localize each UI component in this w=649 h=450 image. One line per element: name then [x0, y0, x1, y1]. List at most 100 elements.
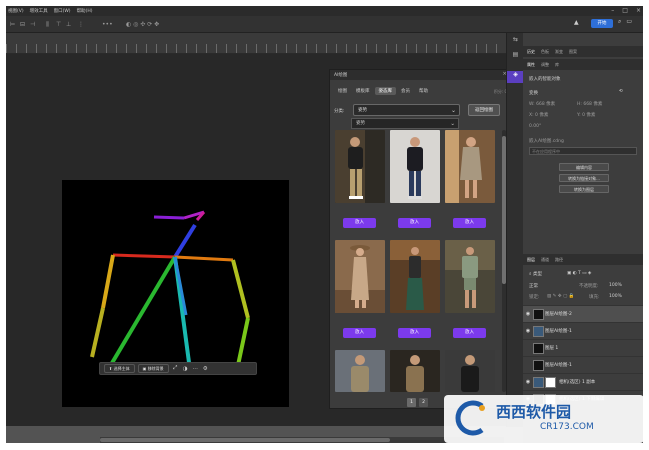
use-pose-button[interactable]: 放入	[343, 328, 376, 338]
convert-to-layers-button[interactable]: 转换为图层	[559, 185, 609, 193]
ai-panel-titlebar[interactable]: AI绘图 ×	[330, 70, 511, 80]
use-pose-button[interactable]: 放入	[398, 328, 431, 338]
category-select[interactable]: 姿势 ⌄	[353, 104, 460, 116]
remove-background-button[interactable]: ▣ 移除背景	[137, 364, 169, 373]
align-right-icon[interactable]: ⊣	[30, 21, 35, 28]
use-pose-button[interactable]: 放入	[343, 218, 376, 228]
return-to-draw-button[interactable]: 返回绘图	[468, 104, 500, 116]
width-field[interactable]: W: 668 像素	[529, 101, 555, 107]
tab-properties[interactable]: 属性	[527, 62, 535, 68]
align-top-icon[interactable]: ⊤	[56, 21, 61, 28]
pose-thumbnail[interactable]	[335, 350, 385, 392]
pose-thumbnail[interactable]	[335, 130, 385, 203]
tab-paths[interactable]: 路径	[555, 257, 563, 263]
menu-plugins[interactable]: 增效工具	[30, 8, 48, 14]
comment-icon[interactable]: ▤	[507, 51, 524, 63]
pose-card[interactable]	[390, 350, 440, 392]
x-field[interactable]: X: 0 像素	[529, 112, 548, 118]
page-button[interactable]: 1	[407, 398, 416, 407]
tab-patterns[interactable]: 图案	[569, 49, 577, 55]
tab-adjustments[interactable]: 调整	[541, 62, 549, 68]
visibility-eye-icon[interactable]: ◉	[523, 379, 533, 385]
pose-card[interactable]: 放入	[445, 240, 495, 338]
select-subject-button[interactable]: ⬆ 选择主体	[104, 364, 135, 373]
pose-card[interactable]: 放入	[390, 240, 440, 338]
pose-thumbnail[interactable]	[445, 240, 495, 313]
tab-poses[interactable]: 姿态库	[374, 87, 396, 95]
height-field[interactable]: H: 668 像素	[577, 101, 602, 107]
tab-layers[interactable]: 图层	[527, 257, 535, 263]
menu-view[interactable]: 视图(V)	[8, 8, 24, 14]
history-icon[interactable]: ⇆	[507, 36, 524, 48]
transform-icon[interactable]: ⤢	[172, 365, 179, 372]
pose-card[interactable]: 放入	[390, 130, 440, 228]
search-icon[interactable]: ⌕	[618, 18, 621, 26]
edit-contents-button[interactable]: 编辑内容	[559, 163, 609, 171]
tab-history[interactable]: 历史	[527, 49, 535, 55]
more-icon[interactable]: ⋯	[192, 366, 199, 372]
pose-card[interactable]	[445, 350, 495, 392]
plugin-icon[interactable]: ◈	[507, 71, 524, 83]
share-button[interactable]: 开始	[591, 19, 613, 28]
fill-field[interactable]: 100%	[609, 294, 622, 299]
settings-icon[interactable]: ⚙	[202, 366, 209, 372]
menu-help[interactable]: 帮助(H)	[77, 8, 93, 14]
pose-thumbnail[interactable]	[335, 240, 385, 313]
opacity-field[interactable]: 100%	[609, 283, 622, 288]
use-pose-button[interactable]: 放入	[398, 218, 431, 228]
workspace-icon[interactable]: ▭	[626, 18, 632, 26]
layer-filter-icons[interactable]: ▣ ◐ T ▭ ◈	[567, 271, 591, 276]
page-button[interactable]: 2	[419, 398, 428, 407]
category-dropdown-option[interactable]: 姿势 ⌄	[351, 118, 459, 129]
reset-icon[interactable]: ⟲	[619, 89, 623, 94]
distribute-v-icon[interactable]: ⋮	[78, 21, 84, 28]
adjust-icon[interactable]: ◑	[182, 366, 189, 372]
layer-row[interactable]: 图层AI绘图-1	[523, 356, 643, 373]
source-path-field[interactable]: 不在应用程序中	[529, 147, 637, 155]
use-pose-button[interactable]: 放入	[453, 218, 486, 228]
tab-swatches[interactable]: 色板	[541, 49, 549, 55]
tab-templates[interactable]: 模板库	[352, 87, 374, 95]
more-icon[interactable]: •••	[102, 21, 113, 28]
pose-thumbnail[interactable]	[390, 350, 440, 392]
close-icon[interactable]: ×	[636, 7, 641, 14]
tab-help[interactable]: 帮助	[415, 87, 432, 95]
tab-channels[interactable]: 通道	[541, 257, 549, 263]
pose-thumbnail[interactable]	[390, 130, 440, 203]
align-left-icon[interactable]: ⊨	[10, 21, 15, 28]
use-pose-button[interactable]: 放入	[453, 328, 486, 338]
tab-libraries[interactable]: 库	[555, 62, 559, 68]
layer-row[interactable]: ◉ 图层AI绘图-2	[523, 305, 643, 322]
lock-icons[interactable]: ▨ ✎ ✥ ▢ 🔒	[547, 294, 574, 299]
layer-row[interactable]: ◉ 相机(选区) 1 副本	[523, 373, 643, 390]
minimize-icon[interactable]: –	[611, 7, 614, 14]
visibility-eye-icon[interactable]: ◉	[523, 311, 533, 317]
layer-row[interactable]: ◉ 图层AI绘图-1	[523, 322, 643, 339]
tab-draw[interactable]: 绘图	[334, 87, 351, 95]
pose-card[interactable]	[335, 350, 385, 392]
blend-mode-select[interactable]: 正常	[529, 283, 538, 289]
pose-thumbnail[interactable]	[445, 130, 495, 203]
y-field[interactable]: Y: 0 像素	[577, 112, 595, 118]
menu-window[interactable]: 窗口(W)	[54, 8, 71, 14]
align-middle-icon[interactable]: ⊥	[66, 21, 71, 28]
tab-membership[interactable]: 会员	[397, 87, 414, 95]
3d-mode-icon[interactable]: ◐ ◎ ✣ ⟳ ✥	[126, 21, 159, 28]
transform-heading: 变换	[529, 91, 538, 96]
cloud-icon[interactable]: ▲	[574, 19, 579, 26]
pose-limb	[112, 253, 176, 259]
pose-thumbnail[interactable]	[445, 350, 495, 392]
layer-row[interactable]: 图层 1	[523, 339, 643, 356]
pose-thumbnail[interactable]	[390, 240, 440, 313]
pose-card[interactable]: 放入	[445, 130, 495, 228]
angle-field[interactable]: 0.00°	[529, 124, 541, 129]
tab-gradients[interactable]: 渐变	[555, 49, 563, 55]
convert-to-linked-button[interactable]: 转换为链接对象...	[559, 174, 609, 182]
visibility-eye-icon[interactable]: ◉	[523, 328, 533, 334]
pose-card[interactable]: 放入	[335, 240, 385, 338]
pose-card[interactable]: 放入	[335, 130, 385, 228]
align-center-icon[interactable]: ⊟	[20, 21, 25, 28]
distribute-icon[interactable]: ⫼	[46, 21, 49, 29]
layer-filter-kind[interactable]: ⌕ 类型	[529, 271, 542, 277]
maximize-icon[interactable]: □	[622, 7, 628, 14]
